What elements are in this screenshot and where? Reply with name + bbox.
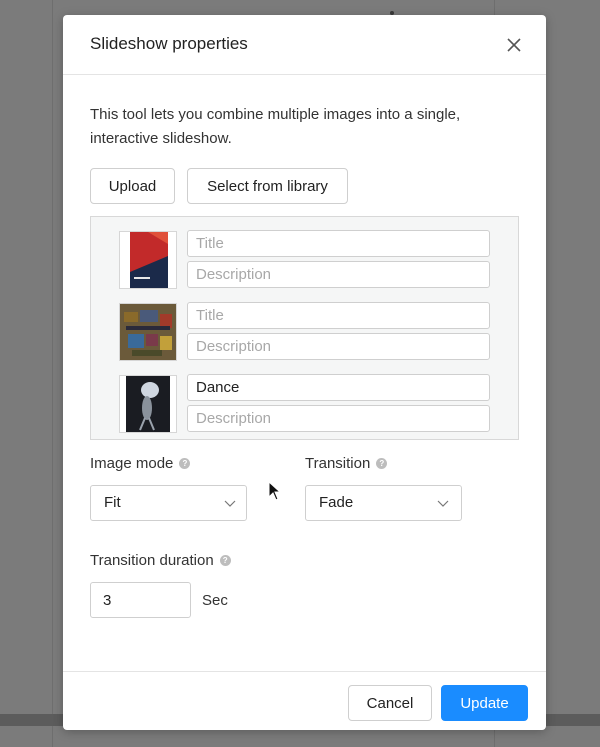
image-description-input[interactable] — [187, 333, 490, 360]
select-from-library-button[interactable]: Select from library — [187, 168, 348, 204]
upload-button[interactable]: Upload — [90, 168, 175, 204]
backdrop-divider — [52, 0, 53, 747]
image-mode-label-text: Image mode — [90, 455, 174, 472]
update-button[interactable]: Update — [441, 685, 528, 721]
image-thumbnail[interactable] — [119, 303, 177, 361]
question-icon[interactable]: ? — [179, 458, 191, 469]
chevron-down-icon — [224, 500, 236, 507]
image-thumbnail[interactable] — [119, 231, 177, 289]
transition-value: Fade — [319, 494, 354, 511]
slideshow-properties-dialog: Slideshow properties This tool lets you … — [63, 15, 546, 730]
image-title-input[interactable] — [187, 302, 490, 329]
slideshow-image-list — [90, 216, 519, 440]
image-item — [119, 230, 492, 293]
dialog-description: This tool lets you combine multiple imag… — [90, 106, 461, 147]
image-mode-label: Image mode ? — [90, 455, 191, 472]
transition-duration-label-text: Transition duration — [90, 552, 214, 569]
image-thumbnail[interactable] — [119, 375, 177, 433]
image-mode-select[interactable]: Fit — [90, 485, 247, 521]
cancel-button[interactable]: Cancel — [348, 685, 432, 721]
image-title-input[interactable] — [187, 374, 490, 401]
question-icon[interactable]: ? — [376, 458, 388, 469]
image-item — [119, 374, 492, 437]
pixelated-artwork-thumbnail — [120, 304, 176, 360]
dialog-footer: Cancel Update — [63, 671, 546, 730]
close-icon — [507, 38, 521, 52]
transition-label-text: Transition — [305, 455, 371, 472]
transition-label: Transition ? — [305, 455, 388, 472]
image-mode-value: Fit — [104, 494, 121, 511]
transition-duration-label: Transition duration ? — [90, 552, 231, 569]
image-description-input[interactable] — [187, 405, 490, 432]
dialog-title: Slideshow properties — [90, 34, 248, 53]
chevron-down-icon — [437, 500, 449, 507]
dancer-photo-thumbnail — [126, 376, 170, 432]
image-description-input[interactable] — [187, 261, 490, 288]
magazine-cover-thumbnail — [130, 232, 168, 288]
close-button[interactable] — [503, 34, 525, 56]
image-item — [119, 302, 492, 365]
dialog-header: Slideshow properties — [63, 15, 546, 75]
duration-unit: Sec — [202, 592, 228, 609]
transition-duration-input[interactable] — [90, 582, 191, 618]
question-icon[interactable]: ? — [219, 555, 231, 566]
transition-select[interactable]: Fade — [305, 485, 462, 521]
image-title-input[interactable] — [187, 230, 490, 257]
